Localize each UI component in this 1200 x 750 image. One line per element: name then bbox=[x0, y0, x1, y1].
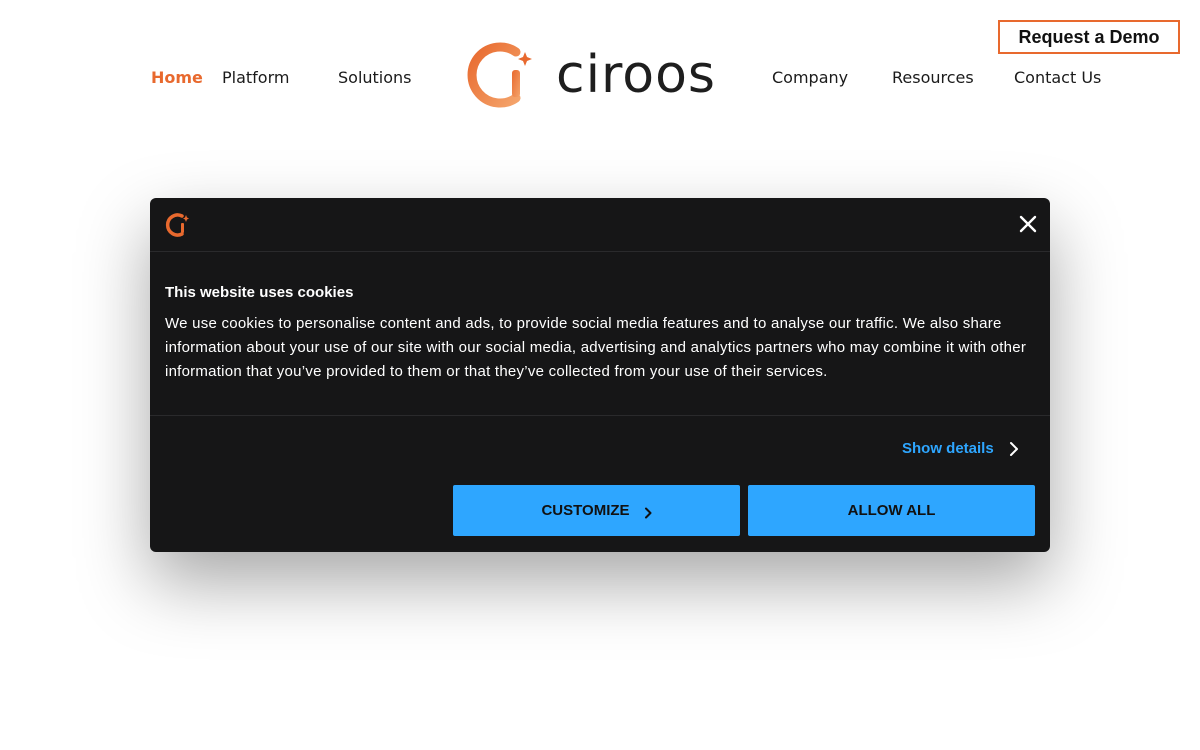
nav-home[interactable]: Home bbox=[151, 67, 203, 89]
customize-button[interactable]: CUSTOMIZE bbox=[453, 485, 740, 536]
chevron-right-icon bbox=[644, 506, 652, 519]
ciroos-logo-icon[interactable] bbox=[466, 40, 536, 110]
close-icon[interactable] bbox=[1016, 212, 1040, 236]
allow-all-label: ALLOW ALL bbox=[847, 502, 936, 519]
divider bbox=[150, 415, 1050, 416]
chevron-right-icon bbox=[1008, 441, 1020, 457]
request-demo-button[interactable]: Request a Demo bbox=[998, 20, 1180, 54]
divider bbox=[150, 251, 1050, 252]
allow-all-button[interactable]: ALLOW ALL bbox=[748, 485, 1035, 536]
show-details-label: Show details bbox=[902, 440, 994, 457]
page: Home Platform Solutions ciroos Company R… bbox=[0, 0, 1200, 750]
logo-wordmark[interactable]: ciroos bbox=[556, 44, 716, 106]
show-details-link[interactable]: Show details bbox=[902, 440, 1020, 457]
customize-label: CUSTOMIZE bbox=[541, 502, 630, 519]
nav-company[interactable]: Company bbox=[772, 67, 848, 89]
cookie-dialog-title: This website uses cookies bbox=[165, 284, 354, 301]
nav-platform[interactable]: Platform bbox=[222, 67, 289, 89]
nav-resources[interactable]: Resources bbox=[892, 67, 974, 89]
nav-contact-us[interactable]: Contact Us bbox=[1014, 67, 1101, 89]
nav-solutions[interactable]: Solutions bbox=[338, 67, 412, 89]
ciroos-logo-icon bbox=[164, 212, 190, 238]
cookie-dialog-body: We use cookies to personalise content an… bbox=[165, 315, 1027, 380]
cookie-consent-dialog: This website uses cookies We use cookies… bbox=[150, 198, 1050, 552]
